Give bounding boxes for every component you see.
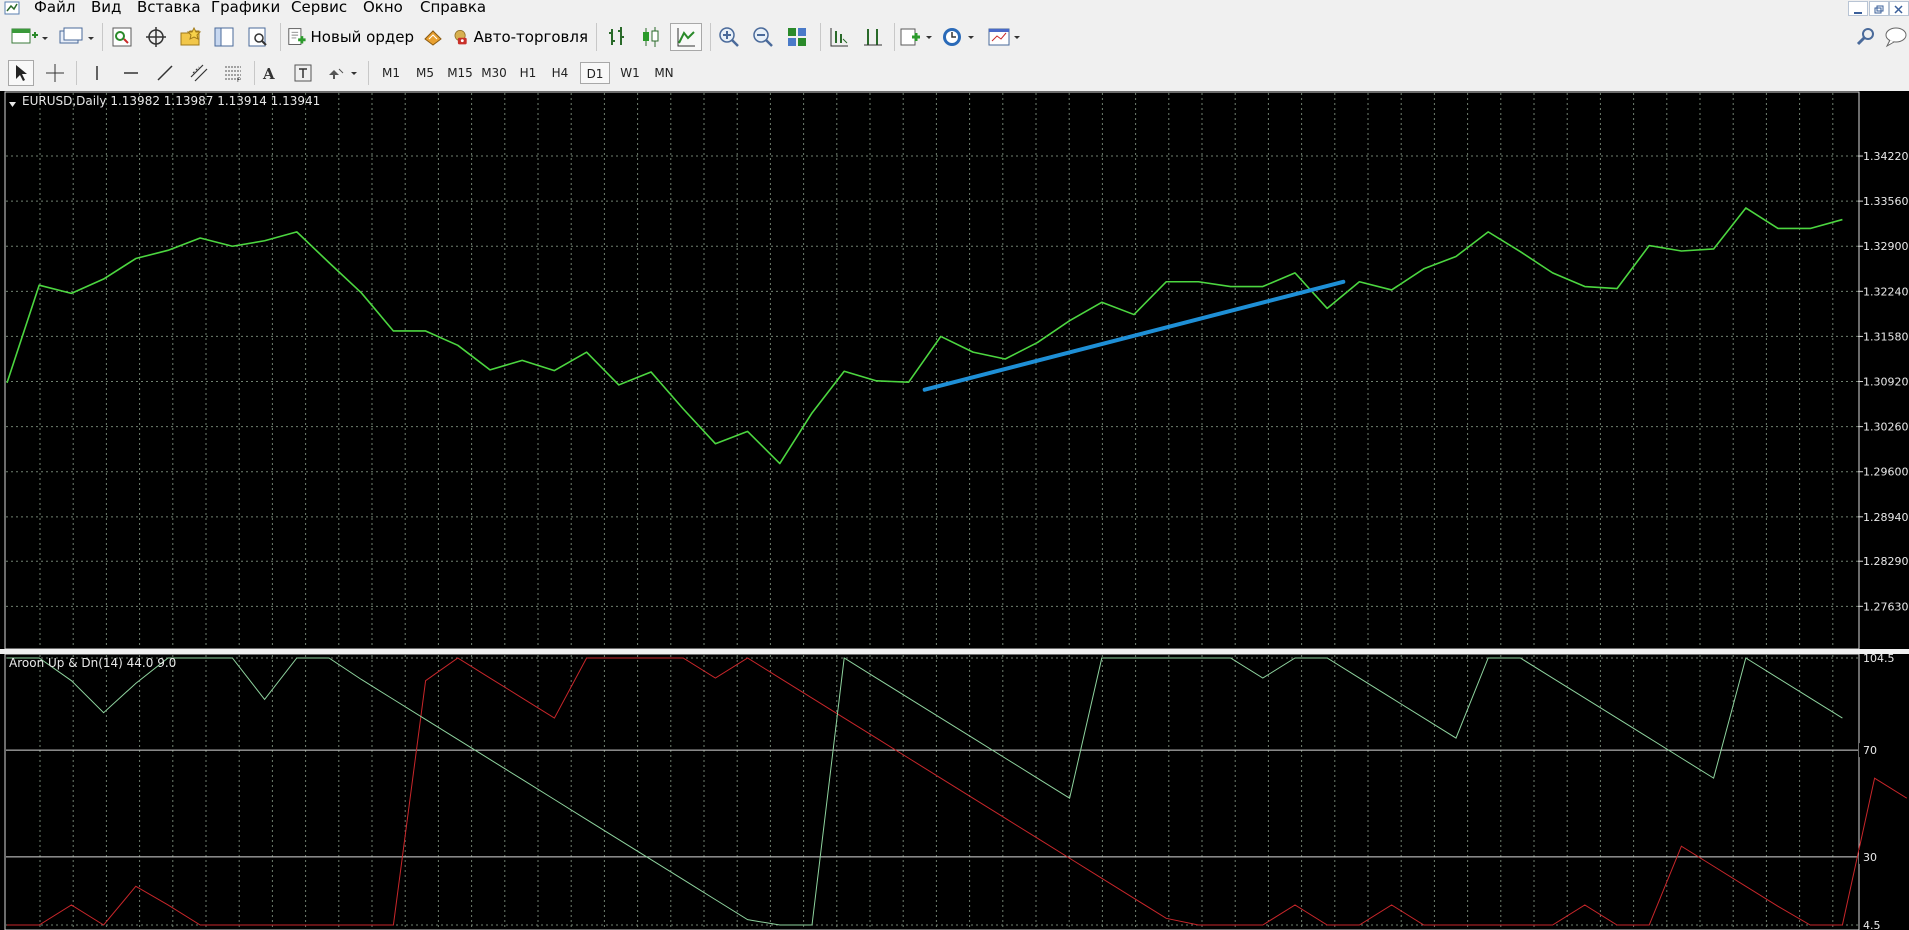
main-chart-title-group: EURUSD,Daily 1.13982 1.13987 1.13914 1.1… (9, 94, 320, 108)
crosshair-icon[interactable] (42, 60, 68, 86)
terminal-icon[interactable] (210, 24, 238, 50)
price-tick-label: 1.31580 (1863, 330, 1909, 343)
svg-text:F: F (237, 77, 241, 83)
zoom-out-icon[interactable] (748, 24, 778, 50)
new-order-icon (288, 28, 306, 45)
pane-splitter (0, 649, 1909, 654)
bar-chart-icon[interactable] (602, 24, 632, 50)
fibonacci-icon[interactable]: F (220, 60, 246, 86)
metaeditor-icon[interactable] (420, 24, 446, 50)
menu-file[interactable]: Файл (34, 0, 75, 17)
close-button[interactable] (1889, 1, 1909, 16)
timeframe-h1[interactable]: H1 (514, 62, 542, 84)
auto-trading-label: Авто-торговля (473, 28, 588, 46)
aroon-tick-label: 4.5 (1863, 919, 1881, 930)
strategy-tester-icon[interactable] (244, 24, 272, 50)
price-tick-label: 1.28940 (1863, 511, 1909, 524)
line-studies-toolbar (0, 56, 1909, 91)
timeframe-w1[interactable]: W1 (614, 62, 646, 84)
app-icon[interactable] (2, 0, 24, 17)
periods-icon[interactable] (940, 24, 980, 50)
chart-window[interactable]: 1.34220 1.33560 1.32900 1.32240 1.31580 1.309… (0, 91, 1909, 930)
indicators-icon[interactable] (898, 24, 934, 50)
data-window-icon[interactable] (176, 24, 204, 50)
price-tick-label: 1.28290 (1863, 555, 1909, 568)
menu-window[interactable]: Окно (363, 0, 403, 17)
search-icon[interactable] (1854, 24, 1878, 50)
arrows-icon[interactable] (324, 60, 362, 86)
timeframe-m30[interactable]: M30 (478, 62, 510, 84)
price-tick-label: 1.29600 (1863, 466, 1909, 479)
timeframe-d1[interactable]: D1 (580, 62, 610, 84)
autoscroll-icon[interactable] (858, 24, 888, 50)
tile-windows-icon[interactable] (782, 24, 812, 50)
line-chart-icon[interactable] (670, 23, 702, 51)
candlestick-icon[interactable] (636, 24, 666, 50)
new-order-button[interactable]: Новый ордер (286, 24, 414, 50)
menu-tools[interactable]: Сервис (291, 0, 347, 17)
price-tick-label: 1.32240 (1863, 285, 1909, 298)
equidistant-channel-icon[interactable] (186, 60, 212, 86)
text-label-icon[interactable] (290, 60, 316, 86)
menu-view[interactable]: Вид (91, 0, 121, 17)
menu-bar: Файл Вид Вставка Графики Сервис Окно Спр… (0, 0, 1909, 18)
auto-trading-icon (454, 30, 467, 45)
new-chart-icon[interactable] (8, 24, 48, 50)
aroon-tick-label: 104.5 (1863, 652, 1895, 665)
aroon-tick-label: 70 (1863, 744, 1877, 757)
menu-help[interactable]: Справка (420, 0, 486, 17)
aroon-tick-label: 30 (1863, 851, 1877, 864)
market-watch-icon[interactable] (108, 24, 136, 50)
zoom-in-icon[interactable] (714, 24, 744, 50)
price-tick-label: 1.34220 (1863, 150, 1909, 163)
auto-trading-button[interactable]: Авто-торговля (452, 24, 588, 50)
restore-button[interactable] (1869, 1, 1889, 16)
chart-canvas[interactable]: 1.34220 1.33560 1.32900 1.32240 1.31580 1.309… (0, 91, 1909, 930)
indicator-title: Aroon Up & Dn(14) 44.0 9.0 (9, 656, 176, 670)
menu-insert[interactable]: Вставка (137, 0, 201, 17)
chart-background (0, 91, 1909, 930)
timeframe-m15[interactable]: M15 (444, 62, 476, 84)
trendline-icon[interactable] (152, 60, 178, 86)
price-tick-label: 1.32900 (1863, 240, 1909, 253)
price-tick-label: 1.27630 (1863, 600, 1909, 613)
main-chart-title: EURUSD,Daily 1.13982 1.13987 1.13914 1.1… (22, 94, 320, 108)
templates-icon[interactable] (986, 24, 1026, 50)
timeframe-mn[interactable]: MN (648, 62, 680, 84)
cursor-icon[interactable] (8, 60, 34, 86)
text-icon[interactable]: A (256, 60, 282, 86)
svg-text:A: A (262, 65, 275, 83)
chart-shift-icon[interactable] (824, 24, 854, 50)
horizontal-line-icon[interactable] (118, 60, 144, 86)
profiles-icon[interactable] (56, 24, 96, 50)
vertical-line-icon[interactable] (84, 60, 110, 86)
price-tick-label: 1.30920 (1863, 376, 1909, 389)
chat-icon[interactable] (1882, 24, 1909, 50)
price-tick-label: 1.30260 (1863, 421, 1909, 434)
timeframe-m1[interactable]: M1 (376, 62, 406, 84)
menu-charts[interactable]: Графики (211, 0, 280, 17)
timeframe-m5[interactable]: M5 (410, 62, 440, 84)
minimize-button[interactable] (1848, 1, 1868, 16)
timeframe-h4[interactable]: H4 (546, 62, 574, 84)
price-tick-label: 1.33560 (1863, 195, 1909, 208)
navigator-icon[interactable] (142, 24, 170, 50)
new-order-label: Новый ордер (310, 28, 414, 46)
